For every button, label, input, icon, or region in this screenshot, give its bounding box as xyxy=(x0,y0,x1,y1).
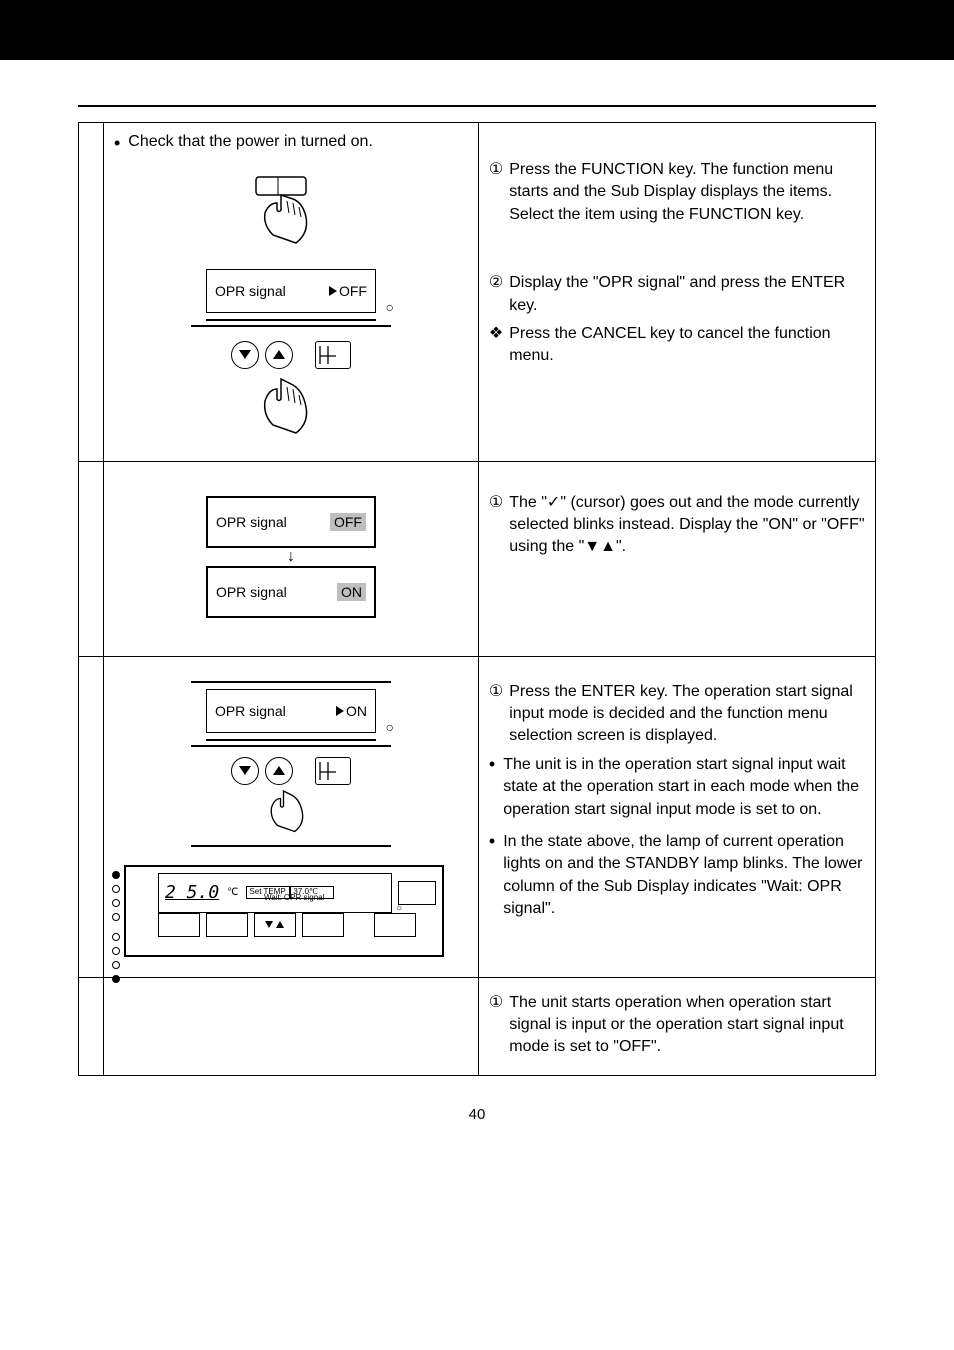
led-indicator xyxy=(112,933,120,941)
circled-two: ② xyxy=(489,272,503,317)
led-column-upper xyxy=(112,871,120,921)
step4-text-cell: ① The unit starts operation when operati… xyxy=(478,977,875,1075)
bullet-dot: • xyxy=(489,754,495,776)
panel-button[interactable] xyxy=(302,913,344,937)
up-button[interactable] xyxy=(265,341,293,369)
segment-readout: 2 5.0 xyxy=(165,882,219,903)
led-indicator xyxy=(112,961,120,969)
step1-text1: Press the FUNCTION key. The function men… xyxy=(509,159,865,226)
disp-value: OFF xyxy=(339,283,367,299)
step1-illustration-cell: • Check that the power in turned on. OPR… xyxy=(103,123,478,462)
step2-text1: The "✓" (cursor) goes out and the mode c… xyxy=(509,492,865,559)
step1-text-cell: ① Press the FUNCTION key. The function m… xyxy=(478,123,875,462)
step-index-cell xyxy=(79,977,104,1075)
sub-display-opr-off-hi: OPR signal OFF xyxy=(206,496,376,548)
led-indicator xyxy=(112,913,120,921)
steps-table: • Check that the power in turned on. OPR… xyxy=(78,122,876,1076)
disp-label: OPR signal xyxy=(216,514,287,530)
diamond-bullet-icon: ❖ xyxy=(489,323,503,368)
keypad-button[interactable] xyxy=(315,757,351,785)
bullet-dot: • xyxy=(489,831,495,853)
disp-value-hilite: ON xyxy=(337,583,366,601)
led-indicator xyxy=(112,871,120,879)
corner-marker-icon: ○ xyxy=(396,903,402,914)
led-indicator xyxy=(112,975,120,983)
led-indicator xyxy=(112,899,120,907)
circled-one: ① xyxy=(489,159,503,226)
corner-marker-icon: ○ xyxy=(385,299,393,315)
unit-celsius: ℃ xyxy=(227,887,238,898)
circled-one: ① xyxy=(489,681,503,748)
step1-text2: Display the "OPR signal" and press the E… xyxy=(509,272,865,317)
step3-text1: Press the ENTER key. The operation start… xyxy=(509,681,865,748)
hand-press-icon xyxy=(251,175,331,255)
led-indicator xyxy=(112,885,120,893)
step2-text-cell: ① The "✓" (cursor) goes out and the mode… xyxy=(478,461,875,656)
disp-value-hilite: OFF xyxy=(330,513,366,531)
step4-text1: The unit starts operation when operation… xyxy=(509,992,865,1059)
step2-illustration-cell: OPR signal OFF ↓ OPR signal ON xyxy=(103,461,478,656)
corner-marker-icon: ○ xyxy=(385,719,393,735)
disp-label: OPR signal xyxy=(216,584,287,600)
down-button[interactable] xyxy=(231,341,259,369)
circled-one: ① xyxy=(489,492,503,559)
up-button[interactable] xyxy=(265,757,293,785)
down-arrow-icon: ↓ xyxy=(114,548,468,566)
disp-label: OPR signal xyxy=(215,283,286,299)
step-index-cell xyxy=(79,656,104,977)
blank-button[interactable] xyxy=(374,913,416,937)
down-button[interactable] xyxy=(231,757,259,785)
keypad-button[interactable] xyxy=(315,341,351,369)
wait-label: Wait: xyxy=(264,893,282,902)
check-power-text: Check that the power in turned on. xyxy=(128,133,373,151)
wait-value: OPR signal xyxy=(284,893,324,902)
sub-display-opr-on-hi: OPR signal ON xyxy=(206,566,376,618)
led-column-lower xyxy=(112,933,120,983)
triangle-right-icon xyxy=(329,286,337,296)
hand-press-icon xyxy=(251,371,331,451)
step1-text3: Press the CANCEL key to cancel the funct… xyxy=(509,323,865,368)
header-black-bar xyxy=(0,0,954,60)
bullet-dot: • xyxy=(114,133,120,155)
sub-display-opr-off: OPR signal OFF xyxy=(206,269,376,313)
triangle-right-icon xyxy=(336,706,344,716)
step4-illustration-cell xyxy=(103,977,478,1075)
hand-press-icon xyxy=(261,785,321,845)
sub-display-opr-on: OPR signal ON xyxy=(206,689,376,733)
page-number: 40 xyxy=(0,1106,954,1123)
panel-button[interactable] xyxy=(206,913,248,937)
control-panel: 2 5.0 ℃ Set TEMP 37.0℃ Wait: xyxy=(124,865,444,957)
step-index-cell xyxy=(79,123,104,462)
panel-button[interactable] xyxy=(158,913,200,937)
circled-one: ① xyxy=(489,992,503,1059)
blank-button[interactable] xyxy=(398,881,436,905)
disp-label: OPR signal xyxy=(215,703,286,719)
disp-value: ON xyxy=(346,703,367,719)
step3-bullet1: The unit is in the operation start signa… xyxy=(503,754,865,821)
step3-illustration-cell: OPR signal ON ○ xyxy=(103,656,478,977)
up-down-button[interactable] xyxy=(254,913,296,937)
section-rule xyxy=(78,105,876,107)
step3-text-cell: ① Press the ENTER key. The operation sta… xyxy=(478,656,875,977)
led-indicator xyxy=(112,947,120,955)
step3-bullet2: In the state above, the lamp of current … xyxy=(503,831,865,921)
step-index-cell xyxy=(79,461,104,656)
